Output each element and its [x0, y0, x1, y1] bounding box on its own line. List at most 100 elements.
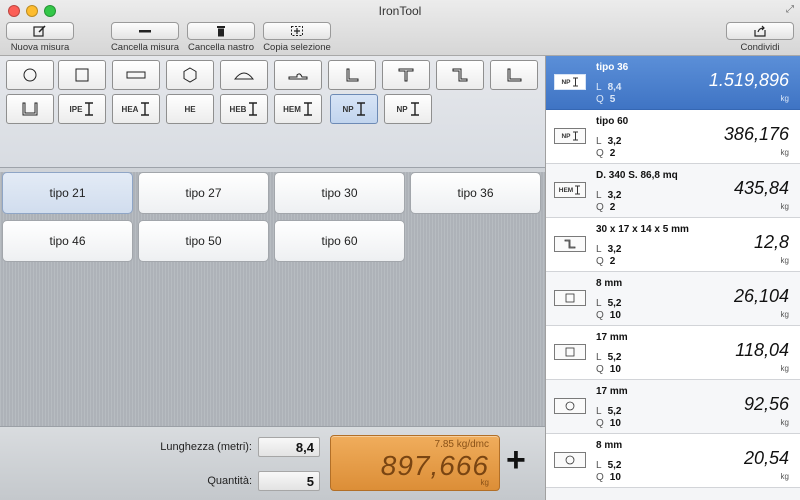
list-item-icon-label: HEM	[558, 186, 574, 194]
list-item-length: L 5,2	[596, 298, 622, 309]
i-beam-icon	[356, 102, 365, 116]
shape-bulb-flat-button[interactable]	[274, 60, 322, 90]
length-field[interactable]: 8,4	[258, 437, 320, 457]
shape-unequal-angle-button[interactable]	[490, 60, 538, 90]
list-item-name: 30 x 17 x 14 x 5 mm	[596, 224, 689, 235]
shape-half-round-button[interactable]	[220, 60, 268, 90]
hem-icon: HEM	[554, 182, 586, 198]
shape-square-button[interactable]	[58, 60, 106, 90]
list-item-weight: 386,176	[723, 124, 789, 144]
list-item-unit: kg	[780, 148, 789, 157]
type-button[interactable]: tipo 60	[274, 220, 405, 262]
shape-flat-bar-button[interactable]	[112, 60, 160, 90]
list-item[interactable]: 17 mm L 5,2 Q 10 118,04 kg	[546, 326, 800, 380]
copy-selection-label: Copia selezione	[263, 42, 331, 53]
type-button[interactable]: tipo 21	[2, 172, 133, 214]
list-item-icon-label: NP	[561, 132, 571, 140]
share-label: Condividi	[740, 42, 780, 53]
type-button[interactable]: tipo 27	[138, 172, 269, 214]
circle-icon	[554, 398, 586, 414]
list-item-quantity: Q2	[596, 148, 616, 159]
quantity-label: Quantità:	[207, 475, 252, 487]
share-icon	[754, 25, 766, 37]
type-button[interactable]: tipo 36	[410, 172, 541, 214]
i-beam-icon	[303, 102, 312, 116]
np-icon: NP	[554, 128, 586, 144]
list-item[interactable]: NP tipo 36 L 8,4 Q5 1.519,896 kg	[546, 56, 800, 110]
length-label: Lunghezza (metri):	[160, 441, 252, 453]
copy-selection-button[interactable]: Copia selezione	[262, 22, 332, 54]
list-item[interactable]: 30 x 17 x 14 x 5 mm L 3,2 Q2 12,8 kg	[546, 218, 800, 272]
delete-measure-label: Cancella misura	[110, 42, 180, 53]
type-button[interactable]: tipo 46	[2, 220, 133, 262]
list-item-quantity: Q 10	[596, 418, 621, 429]
fullscreen-icon[interactable]: ⤢	[786, 4, 794, 15]
shape-np-alt-label: NP	[396, 104, 408, 114]
z-section-icon	[452, 68, 468, 82]
shape-heb-label: HEB	[229, 104, 247, 114]
shape-angle-button[interactable]	[328, 60, 376, 90]
list-item-name: tipo 36	[596, 62, 629, 73]
title-bar: IronTool ⤢ Nuova misura Cancella misura …	[0, 0, 800, 56]
list-item-name: 17 mm	[596, 332, 628, 343]
delete-tape-button[interactable]: Cancella nastro	[186, 22, 256, 54]
add-button[interactable]: +	[506, 443, 526, 477]
list-item[interactable]: NP tipo 60 L 3,2 Q2 386,176 kg	[546, 110, 800, 164]
list-item[interactable]: HEM D. 340 S. 86,8 mq L 3,2 Q2 435,84 kg	[546, 164, 800, 218]
list-item-quantity: Q 10	[596, 472, 621, 483]
shape-z-section-button[interactable]	[436, 60, 484, 90]
list-item-name: tipo 60	[596, 116, 629, 127]
shape-circle-button[interactable]	[6, 60, 54, 90]
shape-np-alt-button[interactable]: NP	[384, 94, 432, 124]
type-selector: tipo 21 tipo 27 tipo 30 tipo 36 tipo 46 …	[0, 172, 545, 426]
list-item-quantity: Q2	[596, 256, 616, 267]
edit-icon	[33, 25, 46, 37]
shape-heb-button[interactable]: HEB	[220, 94, 268, 124]
shape-np-button[interactable]: NP	[330, 94, 378, 124]
list-item-quantity: Q 10	[596, 310, 621, 321]
list-item[interactable]: 17 mm L 5,2 Q 10 92,56 kg	[546, 380, 800, 434]
type-button[interactable]: tipo 30	[274, 172, 405, 214]
list-item-name: 17 mm	[596, 386, 628, 397]
half-round-icon	[233, 72, 255, 80]
list-item-name: 8 mm	[596, 440, 623, 451]
new-measure-label: Nuova misura	[10, 42, 70, 53]
copy-selection-icon	[291, 26, 303, 36]
unequal-angle-icon	[507, 68, 522, 82]
shape-hem-button[interactable]: HEM	[274, 94, 322, 124]
list-item-unit: kg	[780, 364, 789, 373]
list-item-icon-label: NP	[561, 78, 571, 86]
list-item-unit: kg	[780, 418, 789, 427]
list-item[interactable]: 8 mm L 5,2 Q 10 20,54 kg	[546, 434, 800, 488]
trash-icon	[217, 26, 225, 37]
list-item-quantity: Q5	[596, 94, 616, 105]
shape-u-channel-button[interactable]	[6, 94, 54, 124]
list-item-weight: 92,56	[743, 394, 789, 414]
shape-hea-button[interactable]: HEA	[112, 94, 160, 124]
list-item-weight: 26,104	[733, 286, 789, 306]
list-item-weight: 12,8	[753, 232, 789, 252]
angle-icon	[346, 68, 359, 82]
window-title: IronTool	[378, 4, 422, 18]
shape-ipe-button[interactable]: IPE	[58, 94, 106, 124]
list-item-length: L 5,2	[596, 352, 622, 363]
list-item-weight: 435,84	[733, 178, 789, 198]
type-button[interactable]: tipo 50	[138, 220, 269, 262]
square-icon	[75, 68, 89, 82]
list-item[interactable]: 8 mm L 5,2 Q 10 26,104 kg	[546, 272, 800, 326]
shape-hexagon-button[interactable]	[166, 60, 214, 90]
quantity-field[interactable]: 5	[258, 471, 320, 491]
input-bar: Lunghezza (metri): 8,4 Quantità: 5 7.85 …	[0, 426, 545, 500]
share-button[interactable]: Condividi	[726, 22, 794, 54]
list-item-length: L 3,2	[596, 244, 622, 255]
list-item-quantity: Q2	[596, 202, 616, 213]
list-item-weight: 118,04	[735, 340, 789, 360]
shape-ipe-label: IPE	[69, 104, 83, 114]
list-item-unit: kg	[780, 94, 789, 103]
delete-measure-button[interactable]: Cancella misura	[110, 22, 180, 54]
delete-tape-label: Cancella nastro	[187, 42, 254, 53]
shape-hem-label: HEM	[283, 104, 301, 114]
shape-he-button[interactable]: HE	[166, 94, 214, 124]
shape-tee-button[interactable]	[382, 60, 430, 90]
new-measure-button[interactable]: Nuova misura	[6, 22, 74, 54]
